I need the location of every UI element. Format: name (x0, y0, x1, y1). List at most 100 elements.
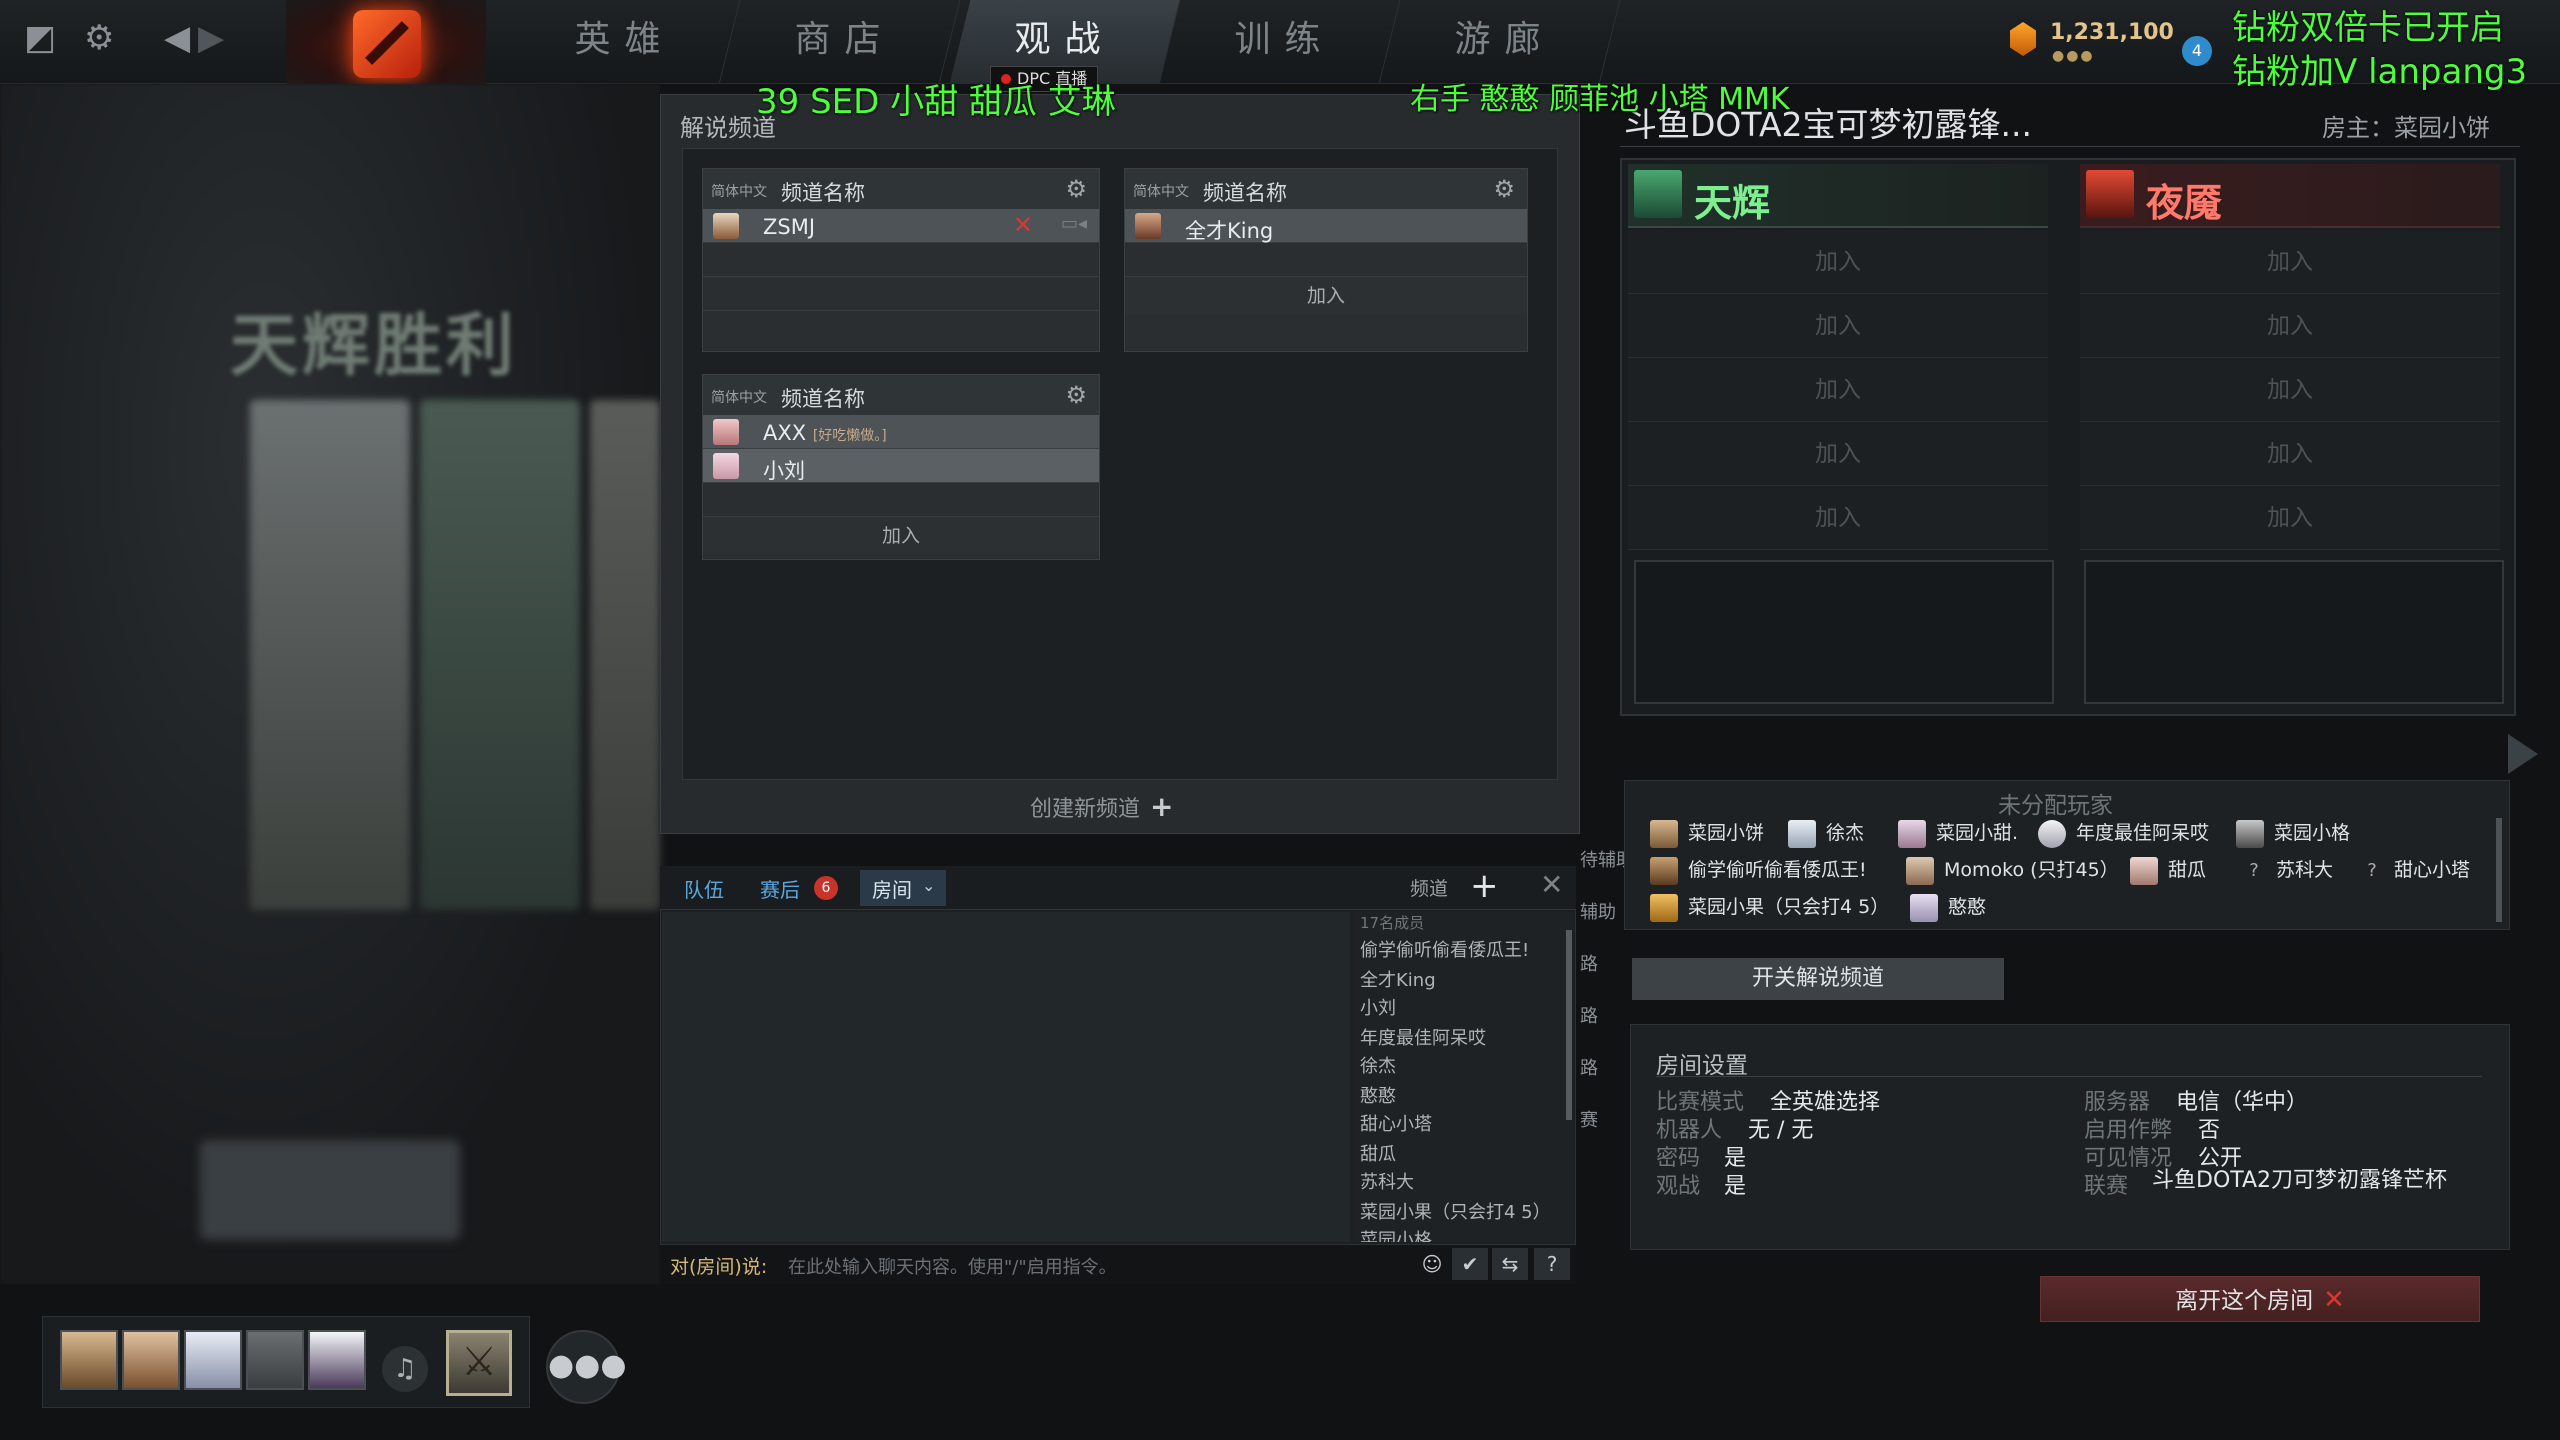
translate-icon[interactable]: ⇆ (1492, 1248, 1528, 1280)
avatar (1898, 819, 1926, 848)
member-item[interactable]: 菜园小格 (1360, 1226, 1432, 1242)
back-arrow-icon[interactable]: ◀ (164, 18, 190, 58)
unassigned-player[interactable]: 偷学偷听偷看倭瓜王! (1650, 855, 1867, 885)
background-hero-card (250, 400, 410, 910)
member-list-scrollbar[interactable] (1566, 930, 1572, 1120)
dire-join-slot[interactable]: 加入 (2080, 358, 2500, 422)
nav-tab-store[interactable]: 商店 (729, 0, 961, 84)
member-item[interactable]: 甜瓜 (1360, 1140, 1396, 1166)
radiant-join-slot[interactable]: 加入 (1628, 358, 2048, 422)
unknown-avatar-icon: ? (2249, 860, 2259, 881)
party-member-avatar[interactable] (308, 1330, 366, 1390)
add-channel-icon[interactable]: + (1470, 866, 1499, 906)
unassigned-player[interactable]: ? 甜心小塔 (2358, 855, 2470, 882)
party-member-avatar[interactable] (184, 1330, 242, 1390)
camera-icon[interactable]: ▭◂ (1061, 213, 1087, 234)
radiant-slots: 加入 加入 加入 加入 加入 (1628, 230, 2048, 550)
unassigned-player[interactable]: ? 苏科大 (2240, 855, 2333, 882)
chat-log[interactable] (662, 912, 1350, 1242)
unassigned-player[interactable]: 菜园小果（只会打4 5） (1650, 892, 1889, 922)
unassigned-player[interactable]: 菜园小格 (2236, 818, 2350, 848)
channel-join-button[interactable]: 加入 (1125, 277, 1527, 315)
gear-icon[interactable]: ⚙ (84, 18, 114, 58)
channel-empty-row (1125, 243, 1527, 277)
channel-member-row[interactable]: 全才King (1125, 209, 1527, 243)
chat-tab-room[interactable]: 房间 (872, 874, 912, 903)
member-item[interactable]: 小刘 (1360, 994, 1396, 1020)
member-item[interactable]: 徐杰 (1360, 1052, 1396, 1078)
rank-medal-icon[interactable]: ⚔ (446, 1330, 512, 1396)
unassigned-player[interactable]: Momoko (只打45） (1906, 855, 2119, 885)
divider (1656, 1076, 2482, 1077)
chat-tab-postgame[interactable]: 赛后 (760, 874, 800, 903)
radiant-join-slot[interactable]: 加入 (1628, 230, 2048, 294)
emoji-icon[interactable]: ☺ (1414, 1248, 1450, 1280)
unassigned-player[interactable]: 憨憨 (1910, 892, 1986, 922)
headset-icon[interactable]: ♫ (382, 1346, 428, 1392)
close-icon[interactable]: ✕ (1540, 868, 1563, 901)
help-icon[interactable]: ? (1534, 1248, 1570, 1280)
channel-name: 频道名称 (1203, 181, 1287, 205)
radiant-join-slot[interactable]: 加入 (1628, 486, 2048, 550)
chat-tab-team[interactable]: 队伍 (684, 874, 724, 903)
avatar (713, 213, 739, 239)
member-item[interactable]: 憨憨 (1360, 1082, 1396, 1108)
channel-language: 简体中文 (1133, 184, 1189, 200)
channel-member-row[interactable]: 小刘 (703, 449, 1099, 483)
member-item[interactable]: 甜心小塔 (1360, 1110, 1432, 1136)
avatar (1906, 856, 1934, 885)
kick-icon[interactable]: ✕ (1013, 211, 1033, 239)
create-channel-button[interactable]: 创建新频道 + (1030, 790, 1173, 823)
avatar (713, 419, 739, 445)
chat-input-placeholder[interactable]: 在此处输入聊天内容。使用"/"启用指令。 (788, 1253, 1117, 1279)
dire-join-slot[interactable]: 加入 (2080, 230, 2500, 294)
overlay-text: 钻粉双倍卡已开启 (2232, 8, 2504, 48)
dire-coach-slot[interactable] (2084, 560, 2504, 704)
member-item[interactable]: 苏科大 (1360, 1168, 1414, 1194)
leave-room-button[interactable]: 离开这个房间 ✕ (2040, 1276, 2480, 1322)
unassigned-player[interactable]: 甜瓜 (2130, 855, 2206, 885)
channel-join-button[interactable]: 加入 (703, 517, 1099, 555)
unassigned-player[interactable]: 菜园小甜. (1898, 818, 2018, 848)
dire-join-slot[interactable]: 加入 (2080, 486, 2500, 550)
dire-slots: 加入 加入 加入 加入 加入 (2080, 230, 2500, 550)
party-menu-icon[interactable]: ●●● (546, 1330, 627, 1404)
unassigned-scrollbar[interactable] (2496, 818, 2502, 922)
gear-icon[interactable]: ⚙ (1065, 381, 1087, 409)
nav-tab-arcade[interactable]: 游廊 (1389, 0, 1621, 84)
gear-icon[interactable]: ⚙ (1493, 175, 1515, 203)
member-item[interactable]: 全才King (1360, 966, 1436, 992)
avatar (1650, 856, 1678, 885)
party-member-avatar[interactable] (246, 1330, 304, 1390)
member-item[interactable]: 菜园小果（只会打4 5） (1360, 1198, 1551, 1224)
side-label: 路 (1580, 1006, 1598, 1027)
channel-member-row[interactable]: AXX [好吃懒做。] (703, 415, 1099, 449)
member-item[interactable]: 偷学偷听偷看倭瓜王! (1360, 936, 1529, 962)
level-badge[interactable]: 4 (2182, 36, 2212, 66)
radiant-coach-slot[interactable] (1634, 560, 2054, 704)
party-member-avatar[interactable] (60, 1330, 118, 1390)
member-item[interactable]: 年度最佳阿呆哎 (1360, 1024, 1486, 1050)
nav-tab-heroes[interactable]: 英雄 (509, 0, 741, 84)
radiant-join-slot[interactable]: 加入 (1628, 294, 2048, 358)
party-member-avatar[interactable] (122, 1330, 180, 1390)
dire-join-slot[interactable]: 加入 (2080, 422, 2500, 486)
radiant-join-slot[interactable]: 加入 (1628, 422, 2048, 486)
channel-language: 简体中文 (711, 390, 767, 406)
unassigned-player[interactable]: 菜园小饼 (1650, 818, 1764, 848)
channel-name: 频道名称 (781, 181, 865, 205)
dota-logo[interactable] (353, 10, 421, 78)
gear-icon[interactable]: ⚙ (1065, 175, 1087, 203)
dashboard-icon[interactable]: ◩ (24, 18, 56, 58)
dire-join-slot[interactable]: 加入 (2080, 294, 2500, 358)
forward-arrow-icon[interactable]: ▶ (198, 18, 224, 58)
unassigned-player[interactable]: 年度最佳阿呆哎 (2038, 818, 2209, 848)
toggle-commentator-channel-button[interactable]: 开关解说频道 (1632, 958, 2004, 1000)
unassigned-player[interactable]: 徐杰 (1788, 818, 1864, 848)
channel-member-row[interactable]: ZSMJ ✕ ▭◂ (703, 209, 1099, 243)
chevron-down-icon[interactable]: ⌄ (922, 876, 935, 895)
checkmark-icon[interactable]: ✔ (1452, 1248, 1488, 1280)
nav-tab-learn[interactable]: 训练 (1169, 0, 1401, 84)
setting-value: 斗鱼DOTA2刀可梦初露锋芒杯 (2152, 1168, 2448, 1193)
chevron-right-icon[interactable] (2508, 734, 2538, 774)
